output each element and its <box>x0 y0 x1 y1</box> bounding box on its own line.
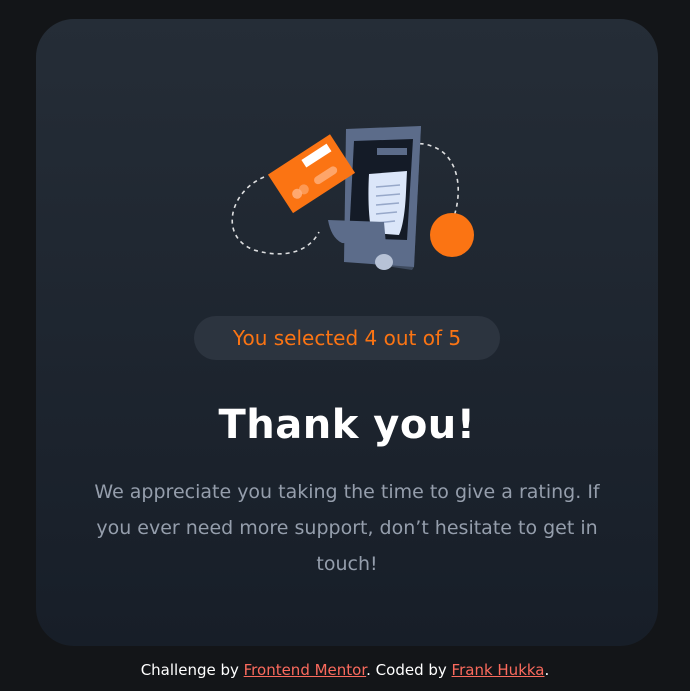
phone-speaker <box>377 148 407 155</box>
coin-icon <box>430 213 474 257</box>
frontend-mentor-link[interactable]: Frontend Mentor <box>244 661 367 679</box>
author-link[interactable]: Frank Hukka <box>452 661 545 679</box>
phone-home-button <box>375 254 393 270</box>
thank-you-message: We appreciate you taking the time to giv… <box>94 481 600 575</box>
thank-you-card: You selected 4 out of 5 Thank you! We ap… <box>36 19 658 646</box>
selected-rating-badge: You selected 4 out of 5 <box>194 316 500 360</box>
credit-card-icon <box>267 134 356 214</box>
phone-payment-illustration <box>231 126 474 270</box>
page-title: Thank you! <box>218 402 476 448</box>
attribution-prefix: Challenge by <box>140 661 244 679</box>
attribution-suffix: . <box>544 661 550 679</box>
attribution: Challenge by Frontend Mentor. Coded by F… <box>0 658 690 682</box>
hand-shape <box>328 220 386 245</box>
attribution-middle: . Coded by <box>366 661 452 679</box>
